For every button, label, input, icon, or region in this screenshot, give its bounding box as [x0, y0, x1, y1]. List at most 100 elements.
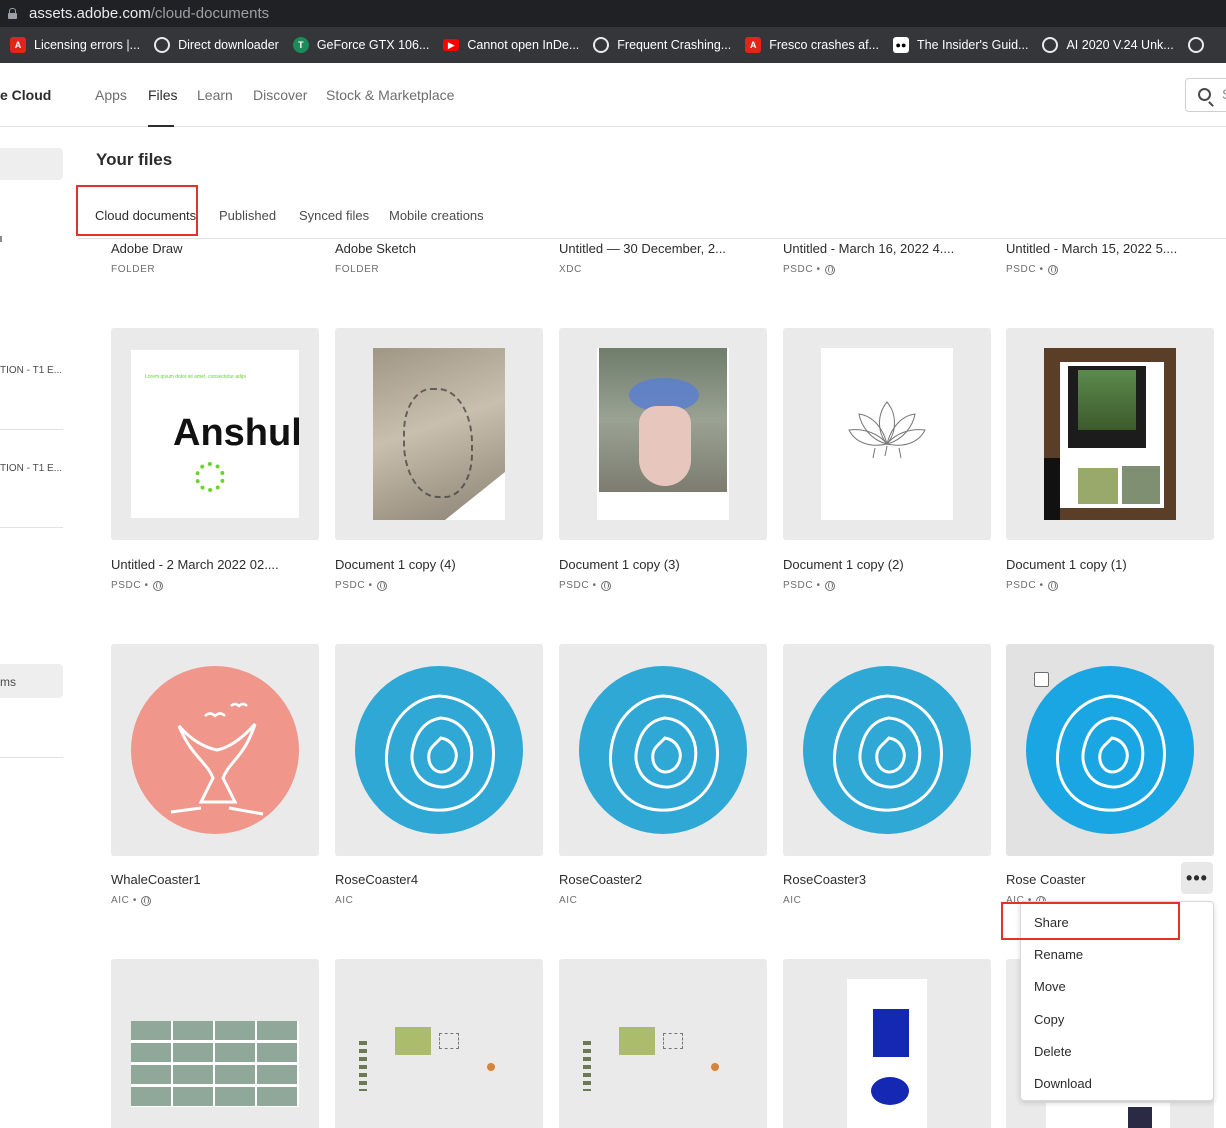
bookmark-label: GeForce GTX 106... — [316, 38, 430, 52]
nav-learn[interactable]: Learn — [197, 87, 233, 103]
file-thumbnail[interactable] — [111, 644, 319, 856]
file-type: PSDC • — [783, 264, 835, 275]
collage-screens — [1044, 348, 1176, 520]
file-type: PSDC • — [1006, 264, 1058, 275]
bookmark-item[interactable]: A Fresco crashes af... — [745, 37, 879, 53]
file-name[interactable]: Untitled - March 16, 2022 4.... — [783, 241, 954, 256]
rose-coaster — [1026, 666, 1194, 834]
sidebar-item-label[interactable]: ms — [0, 675, 16, 689]
file-type-label: PSDC • — [1006, 264, 1044, 275]
sidebar-item-active[interactable] — [0, 148, 63, 180]
nav-files[interactable]: Files — [148, 87, 178, 103]
file-type: FOLDER — [335, 264, 379, 275]
menu-item-move[interactable]: Move — [1034, 979, 1066, 994]
shared-globe-icon — [824, 580, 835, 591]
tab-published[interactable]: Published — [219, 208, 276, 223]
bookmark-item[interactable]: Frequent Crashing... — [593, 37, 731, 53]
highlight-box-share — [1001, 902, 1180, 940]
file-type-label: PSDC • — [783, 264, 821, 275]
globe-icon — [1042, 37, 1059, 53]
file-type: AIC • — [111, 895, 151, 906]
tab-mobile-creations[interactable]: Mobile creations — [389, 208, 484, 223]
file-thumbnail[interactable] — [783, 644, 991, 856]
sidebar-item-label[interactable]: TION - T1 E... — [0, 463, 62, 474]
file-name[interactable]: RoseCoaster3 — [783, 872, 866, 887]
menu-item-download[interactable]: Download — [1034, 1076, 1092, 1091]
globe-icon — [593, 37, 610, 53]
file-type: FOLDER — [111, 264, 155, 275]
file-name[interactable]: Document 1 copy (1) — [1006, 557, 1127, 572]
search-input[interactable]: S — [1185, 78, 1226, 112]
file-thumbnail[interactable]: Lorem ipsum dolor sit amet, consectetur … — [111, 328, 319, 540]
bookmark-label: Licensing errors |... — [34, 38, 141, 52]
file-thumbnail[interactable] — [1006, 328, 1214, 540]
artboard — [1046, 1103, 1170, 1128]
select-checkbox[interactable] — [1034, 672, 1049, 687]
ui-sketch — [359, 1023, 529, 1103]
file-name[interactable]: Untitled — 30 December, 2... — [559, 241, 726, 256]
bookmark-item[interactable]: ▶ Cannot open InDe... — [443, 38, 579, 52]
menu-item-copy[interactable]: Copy — [1034, 1012, 1064, 1027]
file-name[interactable]: RoseCoaster4 — [335, 872, 418, 887]
file-name[interactable]: WhaleCoaster1 — [111, 872, 201, 887]
bookmark-item[interactable]: AI 2020 V.24 Unk... — [1042, 37, 1174, 53]
sidebar-divider — [0, 757, 63, 758]
bookmark-item[interactable]: A Licensing errors |... — [10, 37, 140, 53]
file-name[interactable]: Rose Coaster — [1006, 872, 1085, 887]
file-name[interactable]: Untitled - 2 March 2022 02.... — [111, 557, 279, 572]
sidebar-divider — [0, 429, 63, 430]
file-thumbnail[interactable] — [559, 644, 767, 856]
whale-tail-coaster — [131, 666, 299, 834]
rose-coaster — [355, 666, 523, 834]
nav-stock-marketplace[interactable]: Stock & Marketplace — [326, 87, 454, 103]
file-name[interactable]: Untitled - March 15, 2022 5.... — [1006, 241, 1177, 256]
menu-item-rename[interactable]: Rename — [1034, 947, 1083, 962]
shared-globe-icon — [1047, 264, 1058, 275]
adobe-icon: A — [745, 37, 762, 53]
nav-discover[interactable]: Discover — [253, 87, 307, 103]
menu-item-delete[interactable]: Delete — [1034, 1044, 1072, 1059]
file-name[interactable]: Adobe Draw — [111, 241, 183, 256]
brand-name[interactable]: e Cloud — [0, 87, 51, 103]
rose-icon — [608, 694, 719, 812]
url-host: assets.adobe.com — [29, 5, 151, 22]
file-name[interactable]: Document 1 copy (3) — [559, 557, 680, 572]
bookmark-item[interactable] — [1187, 37, 1212, 53]
search-icon — [1198, 88, 1211, 101]
sidebar-item-label[interactable]: TION - T1 E... — [0, 365, 62, 376]
bookmark-item[interactable]: T GeForce GTX 106... — [292, 37, 430, 53]
shared-globe-icon — [824, 264, 835, 275]
file-type-label: PSDC • — [559, 580, 597, 591]
ui-sketch — [583, 1023, 753, 1103]
file-name[interactable]: Adobe Sketch — [335, 241, 416, 256]
globe-icon — [1187, 37, 1204, 53]
file-name[interactable]: Document 1 copy (2) — [783, 557, 904, 572]
artboard: Lorem ipsum dolor sit amet, consectetur … — [131, 350, 299, 518]
file-thumbnail[interactable] — [559, 328, 767, 540]
file-type: XDC — [559, 264, 582, 275]
browser-url-bar[interactable]: assets.adobe.com/cloud-documents — [0, 0, 1226, 27]
thumbnail-small-text: Lorem ipsum dolor sit amet, consectetur … — [145, 374, 246, 380]
globe-icon — [154, 37, 171, 53]
file-name[interactable]: Document 1 copy (4) — [335, 557, 456, 572]
techpowerup-icon: T — [292, 37, 309, 53]
more-options-button[interactable]: ••• — [1181, 862, 1213, 894]
url-path: /cloud-documents — [150, 5, 270, 22]
file-thumbnail[interactable] — [335, 959, 543, 1128]
file-type: AIC — [559, 895, 577, 906]
file-thumbnail[interactable] — [335, 328, 543, 540]
bookmark-label: Frequent Crashing... — [617, 38, 732, 52]
tab-synced-files[interactable]: Synced files — [299, 208, 369, 223]
search-placeholder: S — [1222, 86, 1226, 102]
file-thumbnail[interactable] — [559, 959, 767, 1128]
nav-apps[interactable]: Apps — [95, 87, 127, 103]
bookmark-item[interactable]: ●● The Insider's Guid... — [892, 37, 1028, 53]
file-type: AIC — [335, 895, 353, 906]
bookmark-item[interactable]: Direct downloader — [154, 37, 279, 53]
file-thumbnail[interactable] — [111, 959, 319, 1128]
file-thumbnail[interactable] — [335, 644, 543, 856]
file-name[interactable]: RoseCoaster2 — [559, 872, 642, 887]
file-thumbnail[interactable] — [783, 328, 991, 540]
file-type: PSDC • — [1006, 580, 1058, 591]
file-thumbnail[interactable] — [783, 959, 991, 1128]
